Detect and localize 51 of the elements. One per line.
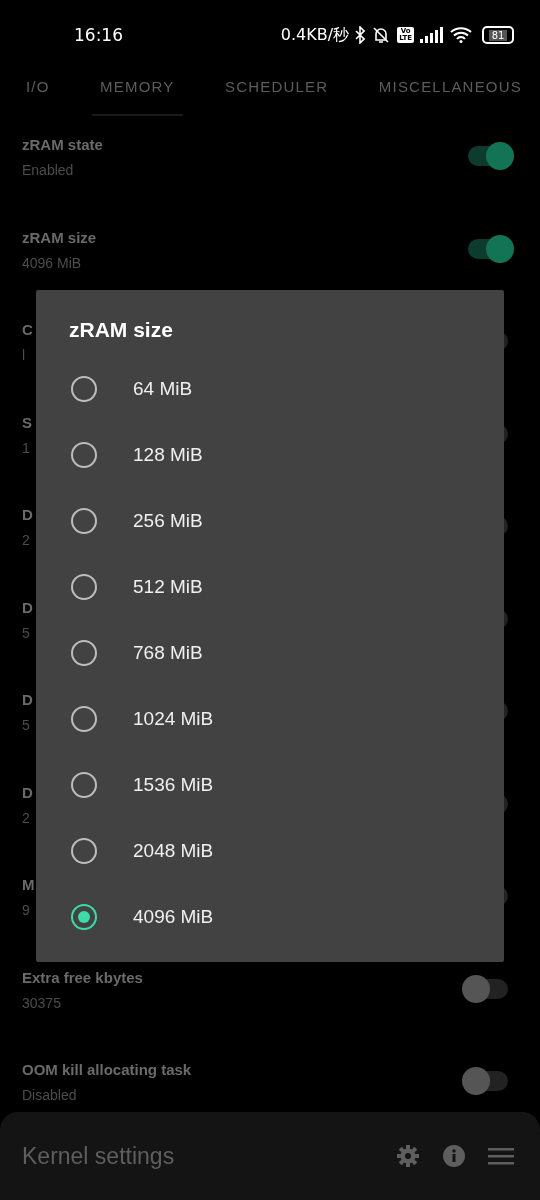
app-title: Kernel settings <box>22 1142 176 1170</box>
setting-title: S <box>22 413 32 431</box>
radio-button[interactable] <box>71 574 97 600</box>
info-icon[interactable] <box>442 1144 466 1168</box>
option-label[interactable]: 256 MiB <box>133 510 203 532</box>
battery-level: 81 <box>488 29 508 41</box>
setting-value: 1 <box>22 439 30 456</box>
setting-value: 2 <box>22 809 30 826</box>
setting-value: 5 <box>22 624 30 641</box>
radio-button[interactable] <box>71 376 97 402</box>
setting-value: 9 <box>22 902 30 918</box>
setting-value: Enabled <box>22 162 74 178</box>
setting-value: 4096 MiB <box>22 254 82 271</box>
setting-value: Disabled <box>22 1087 77 1103</box>
setting-title: D <box>22 691 33 708</box>
radio-button[interactable] <box>71 640 97 666</box>
setting-title: OOM kill allocating task <box>22 1061 192 1078</box>
setting-title: D <box>22 506 33 523</box>
menu-icon[interactable] <box>488 1146 514 1166</box>
option-label[interactable]: 768 MiB <box>133 642 203 664</box>
radio-button[interactable] <box>71 508 97 534</box>
radio-button[interactable] <box>71 904 97 930</box>
setting-value: 5 <box>22 717 30 733</box>
radio-button[interactable] <box>71 772 97 798</box>
settings-icon[interactable] <box>396 1144 420 1168</box>
network-speed: 0.4KB/秒 <box>280 24 350 46</box>
setting-title: D <box>22 783 33 801</box>
setting-title: Extra free kbytes <box>22 968 143 986</box>
dialog-title: zRAM size <box>69 318 173 342</box>
option-label[interactable]: 1024 MiB <box>133 708 214 730</box>
clock: 16:16 <box>74 25 124 45</box>
setting-title: D <box>22 598 33 616</box>
signal-icon <box>420 27 444 43</box>
radio-button[interactable] <box>71 442 97 468</box>
radio-button[interactable] <box>71 838 97 864</box>
option-label[interactable]: 64 MiB <box>133 378 193 400</box>
radio-button[interactable] <box>71 706 97 732</box>
setting-title: C <box>22 321 33 338</box>
setting-title: zRAM size <box>22 228 97 246</box>
setting-title: M <box>22 876 35 893</box>
setting-value: 30375 <box>22 994 61 1011</box>
setting-title: zRAM state <box>22 136 103 153</box>
option-label[interactable]: 512 MiB <box>133 576 203 598</box>
option-label[interactable]: 4096 MiB <box>133 906 214 928</box>
option-label[interactable]: 1536 MiB <box>133 774 214 796</box>
option-label[interactable]: 128 MiB <box>133 444 203 466</box>
setting-value: l <box>22 347 26 363</box>
option-label[interactable]: 2048 MiB <box>133 840 214 862</box>
bluetooth-icon <box>355 26 366 44</box>
setting-value: 2 <box>22 532 30 548</box>
wifi-icon <box>450 27 472 43</box>
